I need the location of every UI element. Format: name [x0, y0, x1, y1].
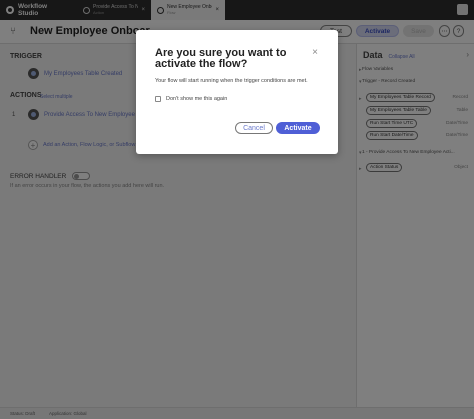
dont-show-again-option[interactable]: Don't show me this again — [155, 96, 227, 102]
close-icon[interactable]: × — [312, 48, 318, 58]
dialog-title: Are you sure you want to activate the fl… — [155, 47, 287, 70]
dont-show-again-label: Don't show me this again — [166, 96, 228, 102]
dialog-message: Your flow will start running when the tr… — [155, 78, 308, 84]
confirm-activate-button[interactable]: Activate — [276, 122, 320, 134]
activate-confirm-dialog: Are you sure you want to activate the fl… — [136, 30, 338, 154]
cancel-button[interactable]: Cancel — [235, 122, 273, 134]
dont-show-again-checkbox[interactable] — [155, 96, 161, 102]
